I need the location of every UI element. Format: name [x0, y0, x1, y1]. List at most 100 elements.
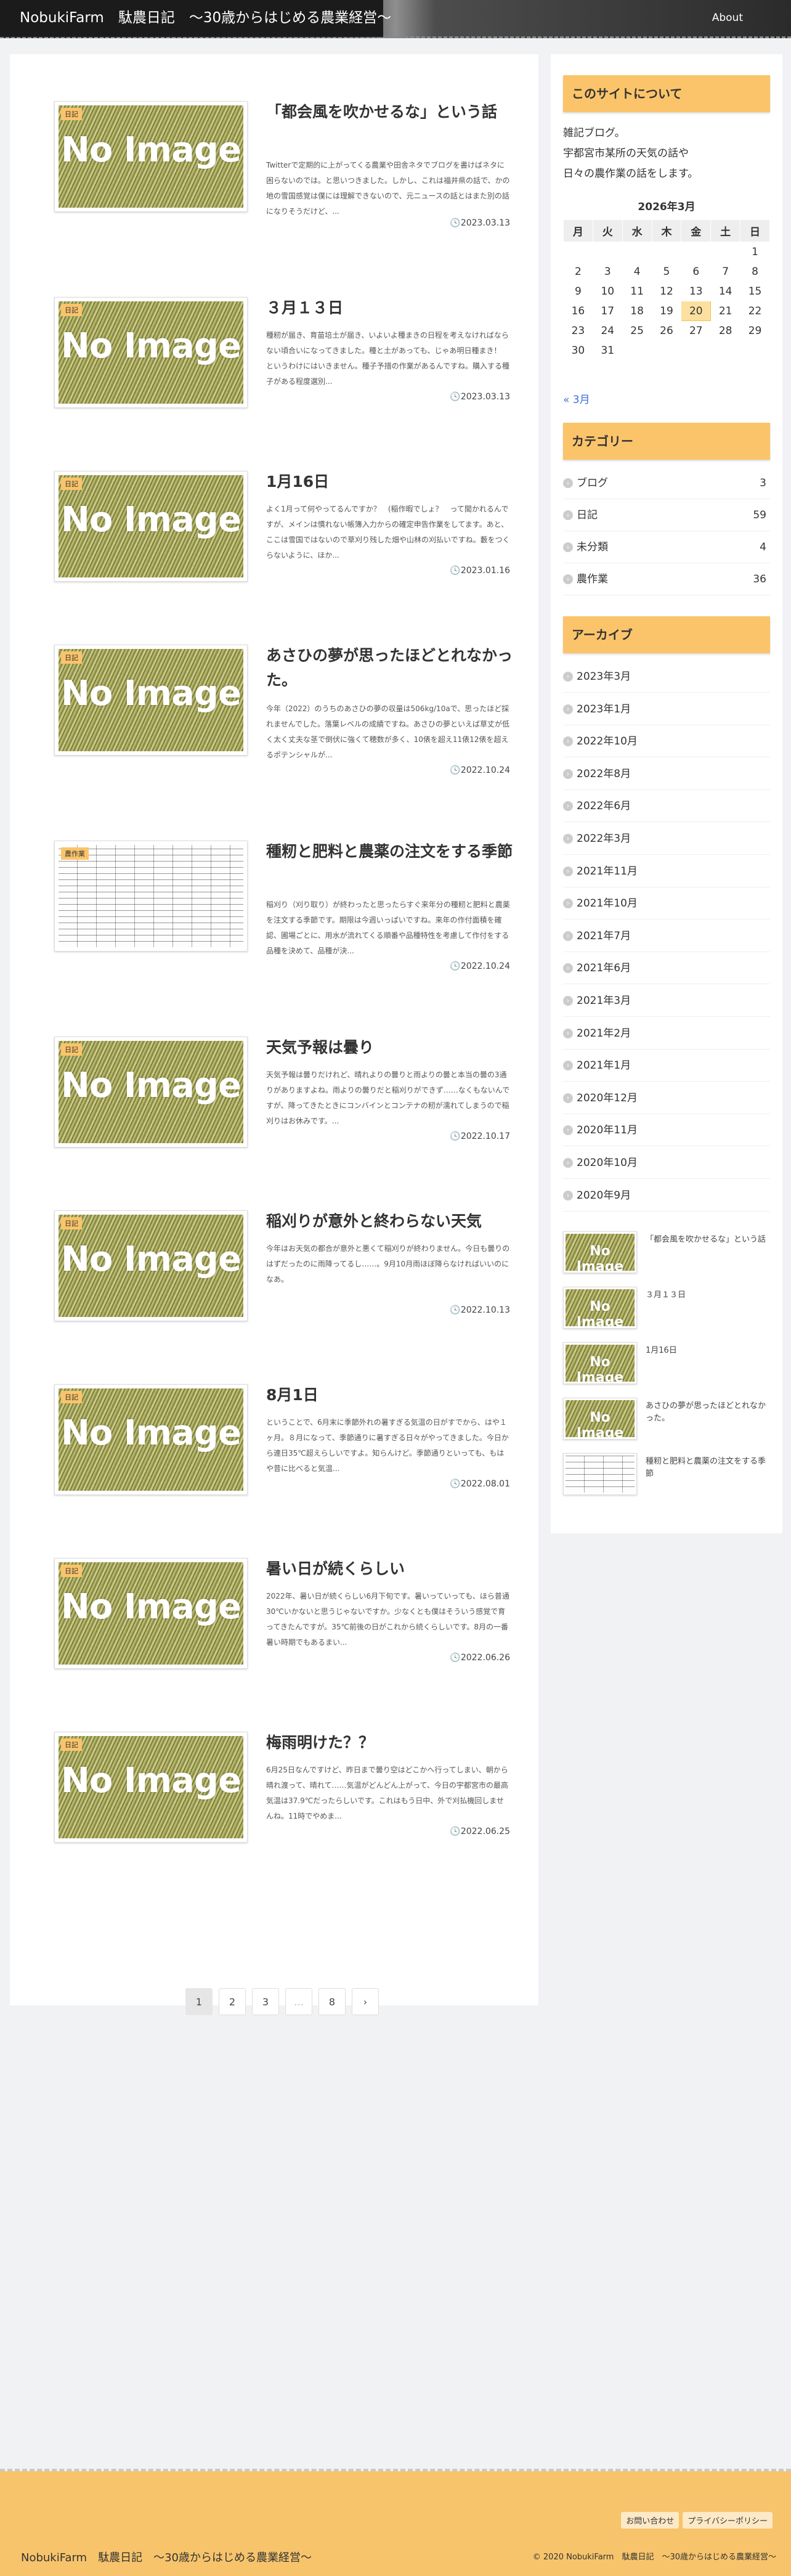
post-card[interactable]: No Image 日記 1月16日 よく1月って何やってるんですか？ (稲作暇でし… [46, 471, 510, 613]
archive-item[interactable]: › 2020年9月 [563, 1180, 770, 1212]
popular-post[interactable]: No Image 1月16日 [563, 1342, 770, 1388]
post-thumbnail[interactable]: No Image 日記 [54, 1037, 248, 1147]
archive-item[interactable]: › 2020年10月 [563, 1147, 770, 1179]
archive-item[interactable]: › 2021年2月 [563, 1017, 770, 1050]
calendar-weekday: 日 [740, 219, 770, 242]
archive-label: 2021年11月 [577, 865, 638, 878]
calendar-day: 30 [563, 340, 593, 361]
popular-post-thumbnail[interactable]: No Image [563, 1342, 637, 1384]
site-title[interactable]: NobukiFarm 駄農日記 〜30歳からはじめる農業経営〜 [0, 0, 391, 37]
popular-post-thumbnail[interactable]: No Image [563, 1231, 637, 1273]
post-title[interactable]: 天気予報は曇り [266, 1035, 513, 1060]
no-image-label: No Image [576, 1244, 624, 1271]
post-title[interactable]: 1月16日 [266, 470, 513, 494]
archive-label: 2023年1月 [577, 703, 631, 715]
privacy-policy-link[interactable]: プライバシーポリシー [683, 2512, 773, 2529]
archive-item[interactable]: › 2023年3月 [563, 661, 770, 693]
category-count: 3 [760, 477, 766, 489]
post-thumbnail[interactable]: No Image 日記 [54, 101, 248, 212]
post-title[interactable]: あさひの夢が思ったほどとれなかった。 [266, 643, 513, 693]
nav-about-link[interactable]: About [712, 0, 743, 36]
popular-post-thumbnail[interactable] [563, 1453, 637, 1495]
archive-label: 2020年11月 [577, 1124, 638, 1137]
archive-item[interactable]: › 2022年3月 [563, 823, 770, 855]
post-thumbnail[interactable]: No Image 日記 [54, 297, 248, 408]
post-card[interactable]: No Image 日記 ３月１３日 種籾が届き、育苗培土が届き、いよいよ種まきの日… [46, 297, 510, 439]
post-card[interactable]: No Image 日記 天気予報は曇り 天気予報は曇りだけれど、晴れよりの曇りと雨… [46, 1037, 510, 1178]
category-item[interactable]: › 未分類 4 [563, 531, 770, 563]
archive-item[interactable]: › 2021年3月 [563, 985, 770, 1017]
archive-label: 2022年8月 [577, 767, 631, 780]
archive-label: 2022年3月 [577, 833, 631, 845]
archive-item[interactable]: › 2022年6月 [563, 790, 770, 823]
archive-item[interactable]: › 2022年10月 [563, 725, 770, 758]
calendar-day: 5 [651, 261, 682, 282]
archive-item[interactable]: › 2022年8月 [563, 758, 770, 790]
popular-post[interactable]: No Image ３月１３日 [563, 1287, 770, 1332]
post-card[interactable]: No Image 日記 8月1日 ということで、6月末に季節外れの暑すぎる気温の日… [46, 1384, 510, 1526]
chevron-right-icon: › [563, 1190, 573, 1200]
post-title[interactable]: 8月1日 [266, 1383, 513, 1408]
popular-post-title[interactable]: 「都会風を吹かせるな」という話 [646, 1234, 769, 1246]
popular-post-thumbnail[interactable]: No Image [563, 1398, 637, 1440]
post-thumbnail[interactable]: No Image 日記 [54, 1210, 248, 1321]
calendar-caption: 2026年3月 [638, 201, 696, 213]
post-date: 🕓2023.03.13 [450, 392, 510, 402]
archive-item[interactable]: › 2020年11月 [563, 1114, 770, 1147]
contact-link[interactable]: お問い合わせ [621, 2512, 679, 2529]
post-thumbnail[interactable]: No Image 日記 [54, 471, 248, 582]
no-image-label: No Image [576, 1410, 624, 1437]
clock-icon: 🕓 [450, 1479, 461, 1489]
post-title[interactable]: 稲刈りが意外と終わらない天気 [266, 1209, 513, 1234]
page-2[interactable]: 2 [219, 1988, 246, 2015]
archive-label: 2021年6月 [577, 962, 631, 975]
popular-post[interactable]: 種籾と肥料と農薬の注文をする季節 [563, 1453, 770, 1499]
popular-post[interactable]: No Image あさひの夢が思ったほどとれなかった。 [563, 1398, 770, 1443]
archive-item[interactable]: › 2023年1月 [563, 693, 770, 725]
page-8[interactable]: 8 [318, 1988, 346, 2015]
calendar-weekday: 土 [710, 219, 741, 242]
post-thumbnail[interactable]: No Image 日記 [54, 1558, 248, 1669]
post-card[interactable]: No Image 日記 稲刈りが意外と終わらない天気 今年はお天気の都合が意外と悪… [46, 1210, 510, 1352]
page-1[interactable]: 1 [185, 1988, 213, 2015]
category-item[interactable]: › 農作業 36 [563, 563, 770, 595]
popular-post-thumbnail[interactable]: No Image [563, 1287, 637, 1329]
post-card[interactable]: No Image 日記 「都会風を吹かせるな」という話 Twitterで定期的に上… [46, 101, 510, 243]
category-item[interactable]: › ブログ 3 [563, 467, 770, 499]
popular-post-title[interactable]: あさひの夢が思ったほどとれなかった。 [646, 1400, 769, 1425]
post-card[interactable]: No Image 日記 あさひの夢が思ったほどとれなかった。 今年（2022）のう… [46, 643, 513, 786]
post-card[interactable]: 農作業 種籾と肥料と農薬の注文をする季節 稲刈り（刈り取り）が終わったと思ったら… [46, 839, 513, 982]
archive-item[interactable]: › 2021年11月 [563, 855, 770, 887]
post-title[interactable]: 種籾と肥料と農薬の注文をする季節 [266, 839, 513, 864]
post-card[interactable]: No Image 日記 暑い日が続くらしい 2022年、暑い日が続くらしい6月下旬… [46, 1558, 510, 1700]
archive-label: 2021年7月 [577, 929, 631, 942]
calendar-prev-link[interactable]: « 3月 [563, 391, 590, 406]
post-thumbnail[interactable]: 農作業 [54, 841, 248, 952]
calendar-day: 27 [681, 320, 712, 341]
post-thumbnail[interactable]: No Image 日記 [54, 645, 248, 756]
post-title[interactable]: 「都会風を吹かせるな」という話 [266, 100, 513, 124]
post-title[interactable]: 暑い日が続くらしい [266, 1557, 513, 1581]
archive-item[interactable]: › 2021年10月 [563, 887, 770, 920]
no-image-label: No Image [61, 130, 241, 170]
footer-site-title[interactable]: NobukiFarm 駄農日記 〜30歳からはじめる農業経営〜 [21, 2549, 312, 2565]
popular-post[interactable]: No Image 「都会風を吹かせるな」という話 [563, 1231, 770, 1277]
archive-item[interactable]: › 2021年6月 [563, 952, 770, 985]
popular-post-title[interactable]: 1月16日 [646, 1345, 769, 1357]
chevron-right-icon: › [563, 899, 573, 909]
popular-post-title[interactable]: ３月１３日 [646, 1289, 769, 1302]
post-title[interactable]: 梅雨明けた？？ [266, 1730, 513, 1755]
popular-post-title[interactable]: 種籾と肥料と農薬の注文をする季節 [646, 1456, 769, 1480]
post-card[interactable]: No Image 日記 梅雨明けた？？ 6月25日なんですけど、昨日まで曇り空はど… [46, 1732, 510, 1873]
archive-item[interactable]: › 2021年7月 [563, 920, 770, 952]
calendar-day: 2 [563, 261, 593, 282]
category-count: 36 [753, 573, 766, 585]
post-thumbnail[interactable]: No Image 日記 [54, 1384, 248, 1495]
post-thumbnail[interactable]: No Image 日記 [54, 1732, 248, 1843]
post-title[interactable]: ３月１３日 [266, 296, 513, 320]
page-3[interactable]: 3 [252, 1988, 279, 2015]
next-page-button[interactable]: › [352, 1988, 379, 2015]
archive-item[interactable]: › 2020年12月 [563, 1082, 770, 1114]
category-item[interactable]: › 日記 59 [563, 499, 770, 531]
archive-item[interactable]: › 2021年1月 [563, 1050, 770, 1082]
